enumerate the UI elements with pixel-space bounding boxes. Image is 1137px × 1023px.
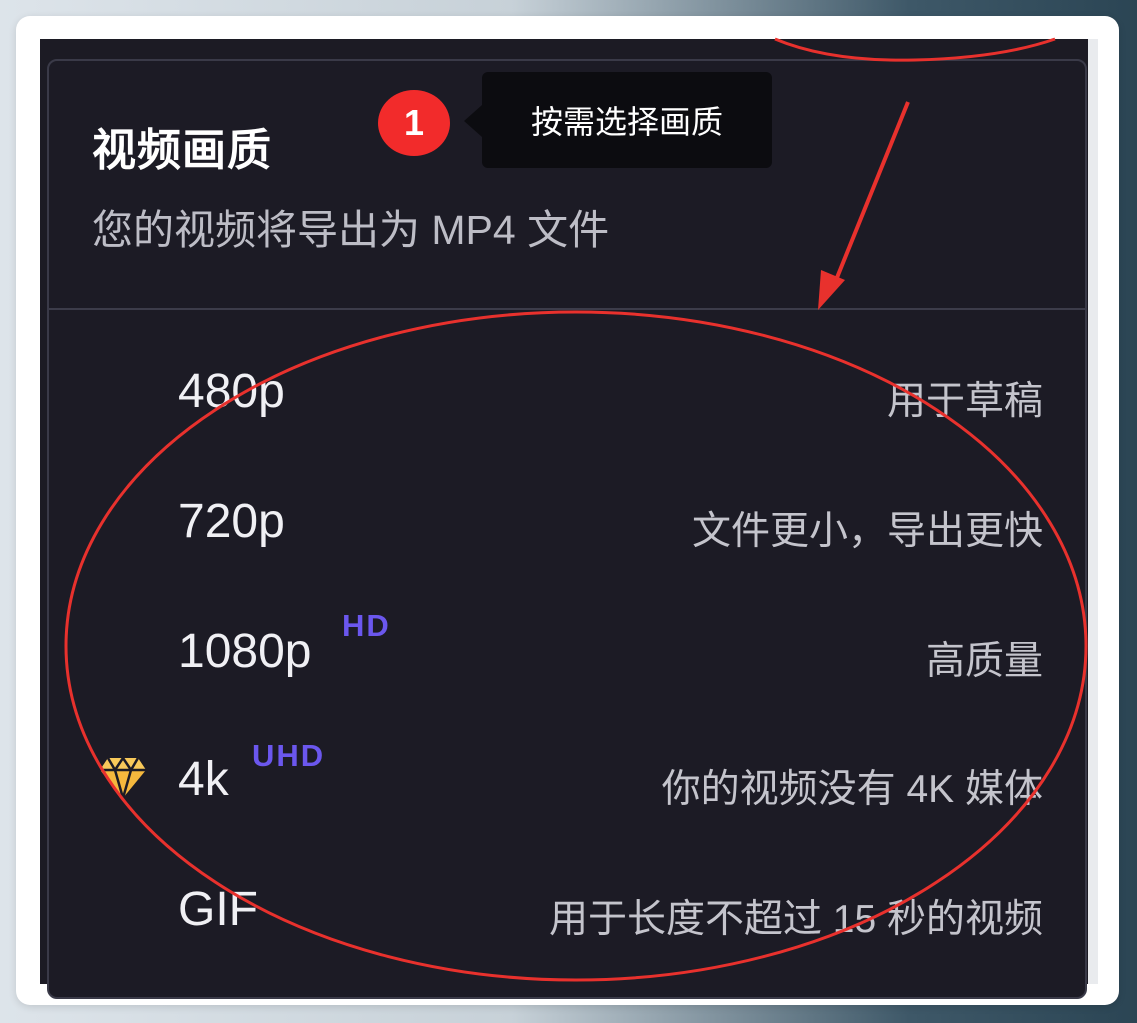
- annotation-overlay: [64, 37, 1088, 982]
- pointer-arrow-head: [818, 270, 845, 310]
- pointer-arrow-line: [830, 101, 910, 291]
- top-ellipse-mark: [774, 37, 1056, 62]
- options-ellipse-mark: [64, 310, 1088, 982]
